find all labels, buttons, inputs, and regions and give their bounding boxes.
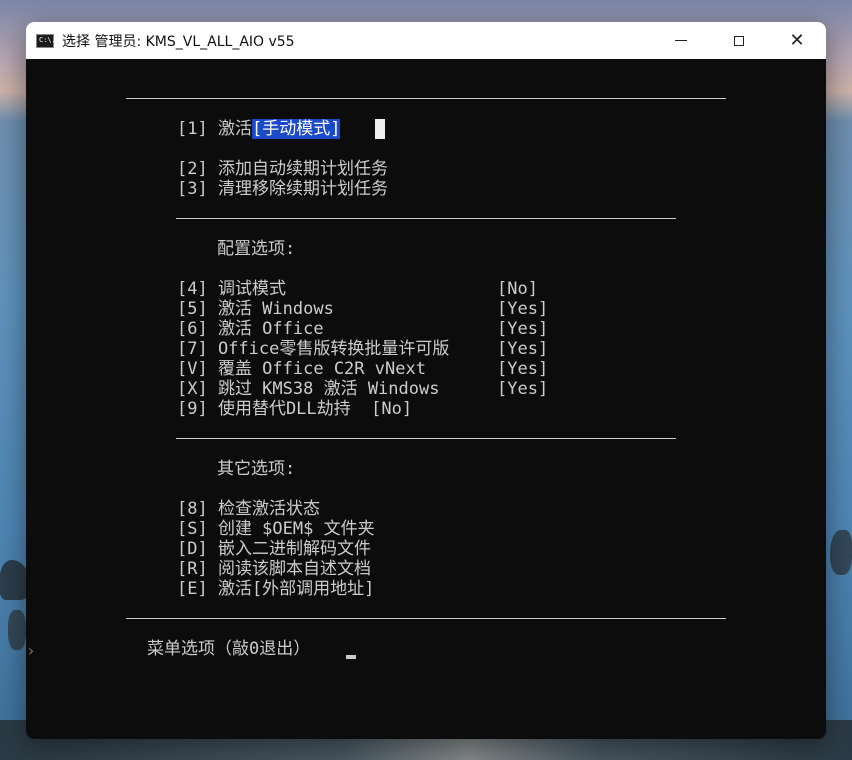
background-rock — [830, 530, 852, 575]
menu-option-1: [1] 激活[手动模式] — [177, 119, 341, 139]
other-header: 其它选项: — [217, 459, 296, 479]
menu-prompt: 菜单选项（敲0退出） — [147, 639, 311, 659]
maximize-icon — [734, 35, 744, 46]
separator-line — [176, 218, 676, 219]
config-value-x: [Yes] — [497, 379, 549, 399]
cmd-app-icon[interactable]: C:\. — [36, 33, 56, 48]
window-title: 选择 管理员: KMS_VL_ALL_AIO v55 — [62, 33, 295, 50]
config-option-x: [X] 跳过 KMS38 激活 Windows — [177, 379, 440, 399]
config-option-v: [V] 覆盖 Office C2R vNext — [177, 359, 426, 379]
config-option-4: [4] 调试模式 — [177, 279, 286, 299]
close-button[interactable]: ✕ — [768, 22, 826, 59]
maximize-button[interactable] — [710, 22, 768, 59]
menu-option-s: [S] 创建 $OEM$ 文件夹 — [177, 519, 375, 539]
separator-line — [126, 98, 726, 99]
separator-line — [126, 618, 726, 619]
title-bar[interactable]: C:\. 选择 管理员: KMS_VL_ALL_AIO v55 ✕ — [26, 22, 826, 59]
menu-option-3: [3] 清理移除续期计划任务 — [177, 179, 388, 199]
chevron-right-icon: › — [26, 641, 36, 660]
separator-line — [176, 438, 676, 439]
config-value-4: [No] — [497, 279, 538, 299]
config-value-7: [Yes] — [497, 339, 549, 359]
minimize-button[interactable] — [652, 22, 710, 59]
input-cursor — [346, 655, 356, 659]
config-option-5: [5] 激活 Windows — [177, 299, 334, 319]
menu-option-2: [2] 添加自动续期计划任务 — [177, 159, 388, 179]
config-option-6: [6] 激活 Office — [177, 319, 324, 339]
console-window: C:\. 选择 管理员: KMS_VL_ALL_AIO v55 ✕ [1] 激活… — [26, 22, 826, 739]
text-cursor — [375, 119, 385, 139]
config-value-6: [Yes] — [497, 319, 549, 339]
minimize-icon — [675, 40, 687, 41]
config-option-9: [9] 使用替代DLL劫持 [No] — [177, 399, 413, 419]
config-value-5: [Yes] — [497, 299, 549, 319]
menu-option-e: [E] 激活[外部调用地址] — [177, 579, 375, 599]
menu-option-d: [D] 嵌入二进制解码文件 — [177, 539, 371, 559]
selected-text: [手动模式] — [251, 119, 341, 139]
console-output[interactable]: [1] 激活[手动模式] [2] 添加自动续期计划任务 [3] 清理移除续期计划… — [26, 59, 826, 739]
close-icon: ✕ — [789, 29, 805, 51]
menu-option-r: [R] 阅读该脚本自述文档 — [177, 559, 371, 579]
config-header: 配置选项: — [217, 239, 296, 259]
config-value-v: [Yes] — [497, 359, 549, 379]
background-rock — [8, 610, 26, 650]
menu-option-8: [8] 检查激活状态 — [177, 499, 320, 519]
config-option-7: [7] Office零售版转换批量许可版 — [177, 339, 450, 359]
